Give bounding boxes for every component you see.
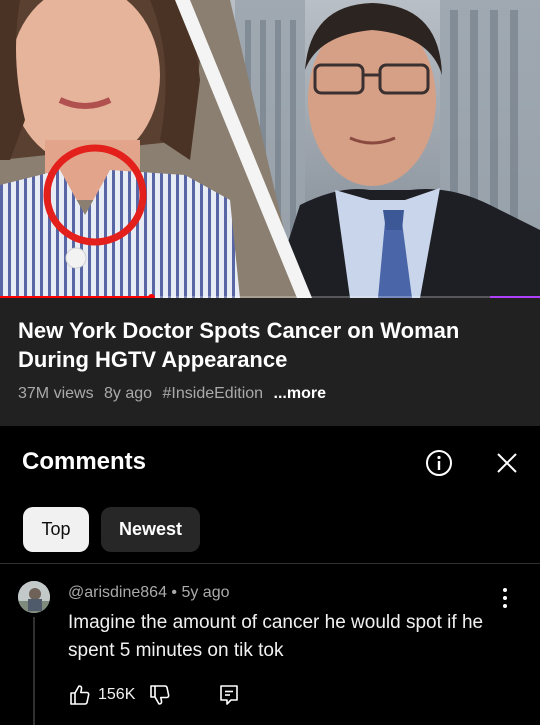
- thumbs-up-icon[interactable]: [68, 683, 92, 707]
- video-player[interactable]: [0, 0, 540, 298]
- video-thumbnail: [0, 0, 540, 298]
- upload-age: 8y ago: [104, 385, 153, 402]
- sort-chip-newest[interactable]: Newest: [101, 507, 200, 552]
- hashtag-link[interactable]: #InsideEdition: [163, 385, 264, 402]
- comments-heading: Comments: [22, 448, 147, 475]
- video-info-panel[interactable]: New York Doctor Spots Cancer on Woman Du…: [0, 298, 540, 426]
- comment-author[interactable]: @arisdine864 • 5y ago: [68, 584, 230, 602]
- more-vert-icon[interactable]: [497, 585, 513, 611]
- like-count: 156K: [98, 686, 136, 703]
- divider: [0, 563, 540, 564]
- comment-text: Imagine the amount of cancer he would sp…: [68, 612, 484, 661]
- avatar[interactable]: [18, 581, 50, 613]
- video-title: New York Doctor Spots Cancer on Woman Du…: [18, 318, 460, 372]
- view-count: 37M views: [18, 385, 94, 402]
- more-button[interactable]: ...more: [274, 385, 326, 402]
- comments-header: Comments: [0, 426, 540, 496]
- video-meta: 37M views 8y ago #InsideEdition ...more: [18, 385, 332, 403]
- sort-chip-top[interactable]: Top: [23, 507, 89, 552]
- close-icon[interactable]: [492, 448, 522, 478]
- info-icon[interactable]: [424, 448, 454, 478]
- reply-icon[interactable]: [217, 683, 241, 707]
- thumbs-down-icon[interactable]: [148, 683, 172, 707]
- thread-line: [33, 617, 35, 725]
